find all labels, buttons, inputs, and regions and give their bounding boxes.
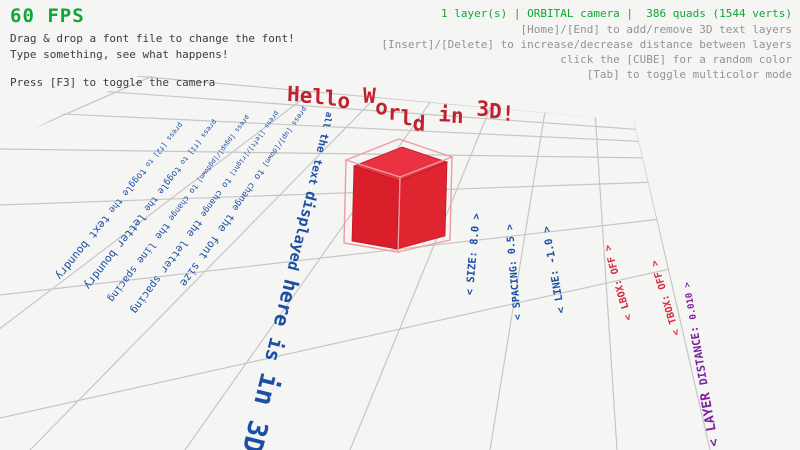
hint-cube-color: click the [CUBE] for a random color bbox=[560, 53, 792, 66]
hello-char: H bbox=[287, 84, 300, 105]
hint-multicolor: [Tab] to toggle multicolor mode bbox=[587, 68, 792, 81]
hello-char: l bbox=[400, 108, 413, 129]
hello-char: o bbox=[375, 97, 388, 118]
hello-char: n bbox=[451, 106, 464, 127]
cube[interactable] bbox=[330, 125, 470, 265]
hello-char: ! bbox=[501, 104, 514, 125]
hello-char: e bbox=[299, 85, 312, 106]
hello-char: o bbox=[337, 91, 350, 112]
hint-layers: [Home]/[End] to add/remove 3D text layer… bbox=[520, 23, 792, 36]
hello-char: W bbox=[363, 86, 376, 107]
status-bar: 1 layer(s) | ORBITAL camera | 386 quads … bbox=[441, 7, 792, 20]
hello-char: i bbox=[438, 104, 451, 125]
hint-type: Type something, see what happens! bbox=[10, 48, 229, 61]
hello-char: D bbox=[489, 101, 502, 122]
hello-char: r bbox=[387, 103, 400, 124]
hello-char bbox=[350, 86, 363, 107]
cube-face-left[interactable] bbox=[352, 166, 399, 249]
hello-char: 3 bbox=[476, 99, 489, 120]
hint-layer-distance: [Insert]/[Delete] to increase/decrease d… bbox=[381, 38, 792, 51]
app-window: 60 FPS Drag & drop a font file to change… bbox=[0, 0, 800, 450]
fps-counter: 60 FPS bbox=[10, 5, 85, 27]
hint-camera-toggle: Press [F3] to toggle the camera bbox=[10, 76, 215, 89]
hello-char: l bbox=[312, 87, 325, 108]
hello-char bbox=[463, 100, 476, 121]
hello-char bbox=[426, 97, 439, 118]
hello-char: d bbox=[412, 113, 425, 134]
hint-drag-drop: Drag & drop a font file to change the fo… bbox=[10, 32, 295, 45]
hello-char: l bbox=[325, 88, 338, 109]
